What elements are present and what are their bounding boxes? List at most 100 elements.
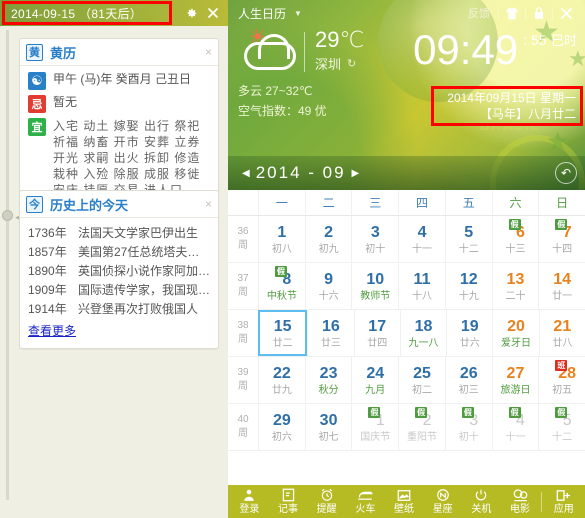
calendar-day-cell[interactable]: 1 初八: [258, 216, 305, 262]
day-number: 14: [553, 270, 572, 288]
calendar-day-cell[interactable]: 假 8 中秋节: [258, 263, 305, 309]
day-number: 25: [413, 364, 431, 382]
list-item[interactable]: 1857年 美国第27任总统塔夫脱…: [28, 243, 210, 262]
calendar-day-cell[interactable]: 14 廿一: [538, 263, 585, 309]
calendar-day-cell[interactable]: 21 廿八: [538, 310, 585, 356]
clock-seconds: : 55: [523, 32, 547, 48]
calendar-day-cell[interactable]: 24 九月: [351, 357, 398, 403]
day-lunar-label: 十一: [505, 431, 526, 443]
list-item[interactable]: 1890年 英国侦探小说作家阿加…: [28, 262, 210, 281]
history-text: 法国天文学家巴伊出生: [78, 226, 199, 240]
toolbar-item-reminder[interactable]: 提醒: [307, 485, 346, 518]
weekday-header-row: 一 二 三 四 五 六 日: [228, 190, 585, 216]
sidebar-scrollbar-track[interactable]: [6, 30, 9, 500]
day-lunar-label: 二十: [505, 290, 526, 302]
toolbar-item-shutdown[interactable]: 关机: [462, 485, 501, 518]
calendar-day-cell[interactable]: 假 2 重阳节: [398, 404, 445, 450]
history-year: 1909年: [28, 283, 67, 297]
list-item[interactable]: 1914年 兴登堡再次打败俄国人: [28, 300, 210, 319]
calendar-day-cell[interactable]: 假 1 国庆节: [351, 404, 398, 450]
weather-widget[interactable]: ☀ 29℃ 深圳 ↻ 多云 27~32℃ 空气指数：49 优: [238, 27, 428, 119]
calendar-day-cell[interactable]: 27 旅游日: [491, 357, 539, 403]
history-text: 国际遗传学家，我国现…: [78, 283, 210, 297]
triangle-right-icon[interactable]: ▶: [346, 168, 366, 179]
calendar-day-cell[interactable]: 22 廿九: [258, 357, 305, 403]
feedback-button[interactable]: 反馈: [460, 5, 498, 21]
note-icon: [282, 488, 295, 503]
almanac-close-icon[interactable]: ×: [205, 45, 212, 59]
toolbar-item-zodiac[interactable]: 星座: [423, 485, 462, 518]
calendar-week-row: 37 周假 8 中秋节 9 十六 10 教师节 11 十八 12 十九 13 二十 14 廿一: [228, 263, 585, 310]
calendar-day-cell[interactable]: 25 初二: [398, 357, 445, 403]
history-today-card: 今 历史上的今天 × 1736年 法国天文学家巴伊出生 1857年 美国第27任…: [19, 190, 219, 349]
calendar-day-cell[interactable]: 4 十一: [398, 216, 445, 262]
list-item[interactable]: 1736年 法国天文学家巴伊出生: [28, 224, 210, 243]
calendar-day-cell[interactable]: 3 初十: [351, 216, 398, 262]
calendar-day-cell[interactable]: 5 十二: [444, 216, 492, 262]
calendar-day-cell[interactable]: 17 廿四: [353, 310, 400, 356]
day-festival-label: 爱牙日: [501, 337, 532, 349]
calendar-day-cell[interactable]: 班 28 初五: [538, 357, 585, 403]
day-number: 16: [322, 317, 340, 335]
view-more-link[interactable]: 查看更多: [28, 322, 76, 339]
calendar-day-cell[interactable]: 11 十八: [398, 263, 445, 309]
calendar-day-cell[interactable]: 假 4 十一: [491, 404, 539, 450]
almanac-title: 黄历: [50, 45, 77, 61]
history-card-header: 今 历史上的今天 ×: [20, 191, 218, 218]
calendar-day-cell[interactable]: 16 廿三: [307, 310, 353, 356]
history-badge-icon: 今: [26, 195, 43, 213]
calendar-day-cell[interactable]: 12 十九: [444, 263, 492, 309]
calendar-day-cell[interactable]: 26 初三: [444, 357, 492, 403]
calendar-week-row: 36 周 1 初八 2 初九 3 初十 4 十一 5 十二假 6 十三假 7 十四: [228, 216, 585, 263]
calendar-day-cell[interactable]: 假 6 十三: [491, 216, 539, 262]
week-suffix: 周: [238, 240, 248, 251]
return-today-icon[interactable]: ↶: [555, 162, 577, 184]
toolbar-item-notes[interactable]: 记事: [269, 485, 308, 518]
calendar-day-cell[interactable]: 30 初七: [304, 404, 352, 450]
calendar-day-cell[interactable]: 10 教师节: [351, 263, 398, 309]
calendar-day-cell[interactable]: 2 初九: [304, 216, 352, 262]
week-number-cell: 36 周: [228, 216, 258, 262]
weekday-thu: 四: [398, 190, 445, 215]
close-icon[interactable]: [553, 3, 579, 23]
calendar-day-cell[interactable]: 29 初六: [258, 404, 305, 450]
calendar-day-cell[interactable]: 19 廿六: [446, 310, 492, 356]
calendar-day-cell[interactable]: 15 廿二: [258, 310, 308, 356]
weekday-sun: 日: [538, 190, 585, 215]
calendar-day-cell[interactable]: 假 7 十四: [538, 216, 585, 262]
day-lunar-label: 廿四: [367, 337, 388, 349]
toolbar-item-apps[interactable]: 应用: [544, 485, 583, 518]
calendar-day-cell[interactable]: 假 5 十二: [538, 404, 585, 450]
toolbar-item-login[interactable]: 登录: [230, 485, 269, 518]
sidebar-scrollbar-knob[interactable]: [2, 210, 13, 221]
calendar-day-cell[interactable]: 18 九一八: [399, 310, 446, 356]
day-number: 29: [272, 411, 291, 429]
ji-label-icon: 忌: [28, 95, 46, 113]
chevron-down-icon[interactable]: ▼: [294, 9, 302, 18]
calendar-day-cell[interactable]: 13 二十: [491, 263, 539, 309]
calendar-day-cell[interactable]: 23 秋分: [304, 357, 352, 403]
day-number: 5: [464, 223, 474, 241]
calendar-day-cell[interactable]: 9 十六: [304, 263, 352, 309]
toolbar-item-wallpaper[interactable]: 壁纸: [385, 485, 424, 518]
history-year: 1857年: [28, 245, 67, 259]
refresh-icon[interactable]: ↻: [347, 57, 356, 70]
history-close-icon[interactable]: ×: [205, 197, 212, 211]
yinyang-icon: ☯: [28, 72, 46, 90]
week-number: 36: [237, 226, 249, 237]
calendar-day-cell[interactable]: 20 爱牙日: [492, 310, 538, 356]
toolbar-item-movie[interactable]: 电影: [501, 485, 540, 518]
day-number: 26: [459, 364, 478, 382]
shirt-icon[interactable]: [499, 3, 525, 23]
almanac-yi-row: 宜 入宅 动土 嫁娶 出行 祭祀 祈福 纳畜 开市 安葬 立券 开光 求嗣 出火…: [28, 118, 210, 198]
list-item[interactable]: 1909年 国际遗传学家，我国现…: [28, 281, 210, 300]
holiday-badge: 假: [275, 266, 287, 277]
day-number: 10: [366, 270, 385, 288]
clock-shichen: 巳时: [550, 33, 577, 48]
triangle-left-icon[interactable]: ◀: [236, 168, 256, 179]
close-icon[interactable]: [204, 4, 222, 22]
lock-icon[interactable]: [526, 3, 552, 23]
toolbar-item-train[interactable]: 火车: [346, 485, 385, 518]
gear-icon[interactable]: [182, 4, 200, 22]
calendar-day-cell[interactable]: 假 3 初十: [444, 404, 492, 450]
